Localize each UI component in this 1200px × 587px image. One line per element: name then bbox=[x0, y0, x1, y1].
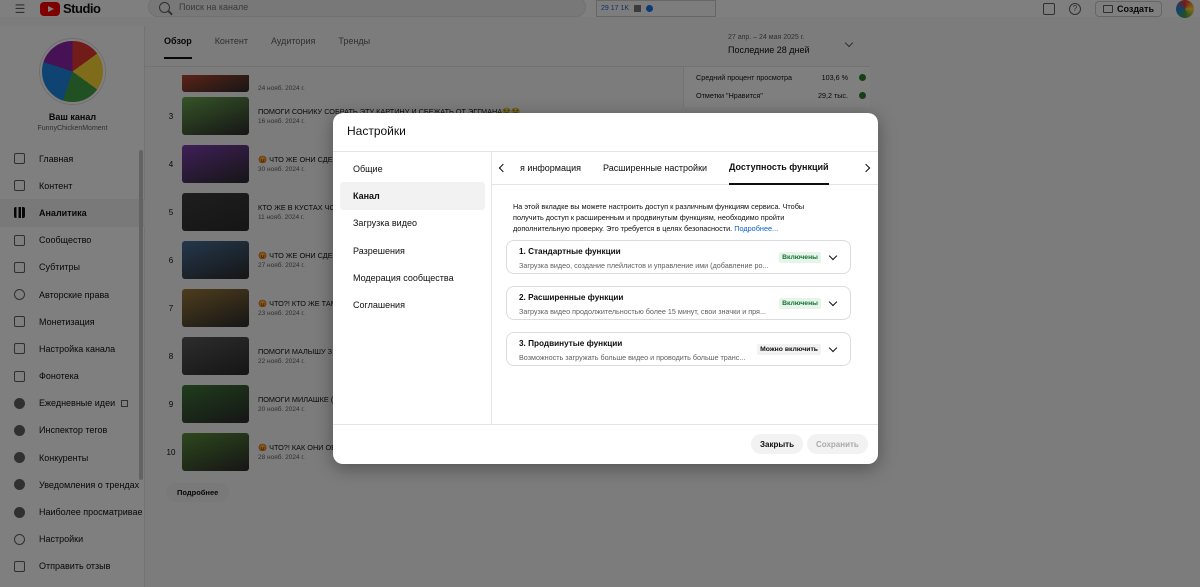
tab-advanced-settings[interactable]: Расширенные настройки bbox=[592, 151, 718, 185]
close-button[interactable]: Закрыть bbox=[751, 434, 804, 454]
feature-description: Загрузка видео, создание плейлистов и уп… bbox=[519, 261, 769, 270]
settings-dialog: Настройки Общие Канал Загрузка видео Раз… bbox=[333, 113, 878, 464]
channel-settings-tabs: я информация Расширенные настройки Досту… bbox=[492, 151, 878, 185]
feature-title: 2. Расширенные функции bbox=[519, 293, 624, 302]
feature-card-standard[interactable]: 1. Стандартные функции Загрузка видео, с… bbox=[506, 240, 851, 274]
feature-card-intermediate[interactable]: 2. Расширенные функции Загрузка видео пр… bbox=[506, 286, 851, 320]
save-button[interactable]: Сохранить bbox=[807, 434, 868, 454]
chevron-down-icon[interactable] bbox=[828, 251, 838, 261]
status-badge: Включены bbox=[779, 298, 821, 309]
dialog-vertical-divider bbox=[491, 151, 492, 424]
settings-nav-general[interactable]: Общие bbox=[340, 155, 485, 182]
settings-nav-agreements[interactable]: Соглашения bbox=[340, 291, 485, 318]
scroll-tabs-left-button[interactable] bbox=[492, 163, 514, 172]
chevron-right-icon bbox=[861, 163, 871, 172]
settings-nav-upload-defaults[interactable]: Загрузка видео bbox=[340, 210, 485, 237]
feature-card-advanced[interactable]: 3. Продвинутые функции Возможность загру… bbox=[506, 332, 851, 366]
feature-description: Загрузка видео продолжительностью более … bbox=[519, 307, 766, 316]
chevron-left-icon bbox=[498, 163, 508, 172]
dialog-footer-divider bbox=[333, 424, 878, 425]
scroll-tabs-right-button[interactable] bbox=[854, 163, 878, 172]
status-badge: Можно включить bbox=[757, 344, 821, 355]
status-badge: Включены bbox=[779, 252, 821, 263]
feature-description: Возможность загружать больше видео и про… bbox=[519, 353, 746, 362]
tab-basic-info[interactable]: я информация bbox=[514, 151, 592, 185]
settings-nav-community-moderation[interactable]: Модерация сообщества bbox=[340, 264, 485, 291]
settings-nav-permissions[interactable]: Разрешения bbox=[340, 237, 485, 264]
chevron-down-icon[interactable] bbox=[828, 297, 838, 307]
learn-more-link[interactable]: Подробнее... bbox=[734, 224, 778, 233]
feature-title: 3. Продвинутые функции bbox=[519, 339, 623, 348]
tab-feature-eligibility[interactable]: Доступность функций bbox=[729, 151, 829, 185]
chevron-down-icon[interactable] bbox=[828, 343, 838, 353]
dialog-title: Настройки bbox=[347, 124, 406, 138]
settings-nav: Общие Канал Загрузка видео Разрешения Мо… bbox=[340, 155, 485, 319]
settings-nav-channel[interactable]: Канал bbox=[340, 182, 485, 210]
feature-title: 1. Стандартные функции bbox=[519, 247, 621, 256]
feature-intro-text: На этой вкладке вы можете настроить дост… bbox=[513, 201, 823, 234]
